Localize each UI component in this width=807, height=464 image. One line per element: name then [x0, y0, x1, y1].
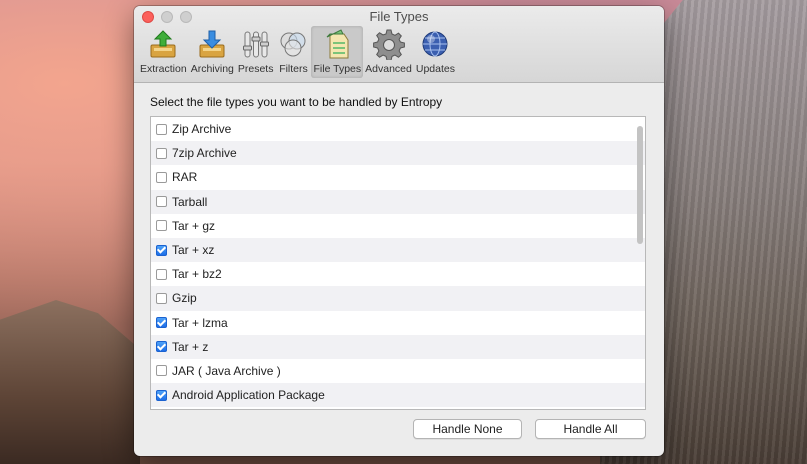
toolbar-label: Updates [415, 63, 455, 75]
handle-none-button[interactable]: Handle None [413, 419, 522, 439]
file-type-checkbox[interactable] [156, 317, 167, 329]
wallpaper-mountain-left [0, 300, 140, 464]
toolbar-label: Extraction [140, 63, 187, 75]
file-type-checkbox[interactable] [156, 341, 167, 353]
gear-icon [372, 29, 405, 60]
list-item[interactable]: Tar + z [151, 334, 645, 359]
file-type-checkbox[interactable] [156, 196, 167, 208]
list-item[interactable]: Tar + gz [151, 214, 645, 238]
file-type-label: Tar + gz [172, 218, 216, 233]
toolbar-file-types[interactable]: File Types [311, 26, 364, 78]
file-type-checkbox[interactable] [156, 268, 167, 280]
preferences-toolbar: Extraction Archiving Presets Filters Fil… [138, 26, 457, 78]
instruction-text: Select the file types you want to be han… [150, 95, 443, 109]
file-type-label: JAR ( Java Archive ) [172, 363, 281, 378]
handle-all-button[interactable]: Handle All [535, 419, 646, 439]
filters-icon [280, 32, 306, 57]
toolbar-label: Filters [279, 63, 308, 75]
file-type-checkbox[interactable] [156, 123, 167, 135]
list-item[interactable]: JAR ( Java Archive ) [151, 359, 645, 383]
toolbar-extraction[interactable]: Extraction [138, 26, 189, 78]
preferences-window: File Types Extraction Archiving Presets … [134, 6, 664, 456]
toolbar-advanced[interactable]: Advanced [363, 26, 414, 78]
file-type-label: Tarball [172, 194, 208, 209]
file-type-label: Tar + z [172, 339, 209, 354]
file-type-label: Tar + lzma [172, 315, 228, 330]
list-item[interactable]: RAR [151, 165, 645, 189]
file-type-checkbox[interactable] [156, 244, 167, 256]
toolbar-label: Archiving [190, 63, 234, 75]
file-types-icon [326, 29, 349, 59]
toolbar-label: Advanced [365, 63, 412, 75]
list-item[interactable]: Gzip [151, 286, 645, 311]
toolbar-archiving[interactable]: Archiving [189, 26, 236, 78]
file-type-label: Tar + bz2 [172, 267, 222, 282]
toolbar-filters[interactable]: Filters [275, 26, 311, 78]
list-scrollbar[interactable] [637, 126, 643, 244]
list-item[interactable]: 7zip Archive [151, 141, 645, 166]
list-item[interactable]: Tar + lzma [151, 311, 645, 335]
file-type-checkbox[interactable] [156, 292, 167, 304]
file-type-label: Android Application Package [172, 388, 325, 403]
file-type-label: RAR [172, 170, 198, 185]
file-type-checkbox[interactable] [156, 365, 167, 377]
list-item[interactable]: Zip Archive [151, 117, 645, 141]
archiving-icon [199, 30, 225, 58]
file-type-label: Gzip [172, 291, 197, 306]
extraction-icon [150, 30, 176, 58]
toolbar-presets[interactable]: Presets [236, 26, 276, 78]
list-item[interactable]: Tarball [151, 189, 645, 214]
file-type-checkbox[interactable] [156, 171, 167, 183]
list-item[interactable]: Tar + xz [151, 237, 645, 263]
presets-icon [242, 31, 269, 58]
toolbar-updates[interactable]: Updates [414, 26, 457, 78]
file-type-label: 7zip Archive [172, 146, 237, 161]
list-item[interactable]: Tar + bz2 [151, 262, 645, 286]
list-item[interactable]: Android Application Package [151, 383, 645, 408]
globe-icon [422, 31, 448, 57]
file-type-checkbox[interactable] [156, 147, 167, 159]
toolbar-label: Presets [237, 63, 274, 75]
title-bar: File Types Extraction Archiving Presets … [134, 6, 664, 83]
file-type-checkbox[interactable] [156, 220, 167, 232]
file-types-list[interactable]: Zip Archive 7zip Archive RAR Tarball Tar + g… [150, 116, 646, 410]
window-title: File Types [369, 9, 429, 24]
file-type-checkbox[interactable] [156, 389, 167, 401]
toolbar-label: File Types [313, 63, 362, 75]
file-type-label: Zip Archive [172, 122, 232, 137]
file-type-label: Tar + xz [172, 243, 215, 258]
